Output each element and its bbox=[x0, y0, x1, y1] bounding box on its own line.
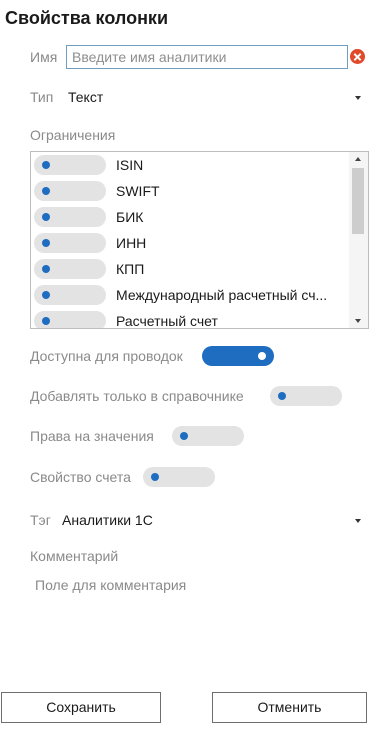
name-input[interactable] bbox=[66, 45, 348, 69]
list-item-label: КПП bbox=[116, 261, 145, 277]
list-item: КПП bbox=[33, 257, 347, 283]
directory-only-label: Добавлять только в справочнике bbox=[30, 388, 244, 404]
constraint-toggle[interactable] bbox=[34, 311, 106, 328]
toggle-knob bbox=[42, 265, 50, 273]
toggle-knob bbox=[151, 473, 159, 481]
tag-select[interactable]: Аналитики 1С bbox=[62, 510, 368, 532]
cancel-button[interactable]: Отменить bbox=[212, 692, 367, 723]
toggle-knob bbox=[42, 161, 50, 169]
list-item-label: Расчетный счет bbox=[116, 313, 218, 329]
list-item: Международный расчетный сч... bbox=[33, 283, 347, 309]
list-item: ИНН bbox=[33, 231, 347, 257]
directory-only-row: Добавлять только в справочнике bbox=[30, 386, 345, 408]
constraints-list[interactable]: ISIN SWIFT БИК ИНН КПП Международный рас… bbox=[30, 151, 369, 329]
name-label: Имя bbox=[30, 49, 58, 65]
account-property-label: Свойство счета bbox=[30, 469, 131, 485]
comment-field[interactable]: Поле для комментария bbox=[35, 577, 186, 593]
value-rights-row: Права на значения bbox=[30, 426, 250, 448]
scroll-thumb[interactable] bbox=[352, 168, 364, 234]
scroll-down-icon[interactable] bbox=[355, 319, 361, 323]
toggle-knob bbox=[258, 352, 266, 360]
toggle-knob bbox=[180, 432, 188, 440]
list-item-label: БИК bbox=[116, 209, 144, 225]
toggle-knob bbox=[42, 239, 50, 247]
chevron-down-icon bbox=[355, 519, 361, 523]
toggle-knob bbox=[42, 317, 50, 325]
constraint-toggle[interactable] bbox=[34, 233, 106, 253]
constraint-toggle[interactable] bbox=[34, 285, 106, 305]
account-property-row: Свойство счета bbox=[30, 467, 220, 489]
postings-label: Доступна для проводок bbox=[30, 348, 183, 364]
value-rights-toggle[interactable] bbox=[172, 426, 244, 446]
toggle-knob bbox=[42, 291, 50, 299]
comment-label: Комментарий bbox=[30, 548, 119, 564]
constraint-toggle[interactable] bbox=[34, 181, 106, 201]
list-item: ISIN bbox=[33, 153, 347, 179]
type-label: Тип bbox=[30, 89, 54, 105]
constraint-toggle[interactable] bbox=[34, 155, 106, 175]
toggle-knob bbox=[42, 213, 50, 221]
scroll-up-icon[interactable] bbox=[355, 157, 361, 161]
type-select[interactable]: Текст bbox=[68, 87, 368, 109]
scrollbar[interactable] bbox=[349, 152, 368, 328]
list-item-label: Международный расчетный сч... bbox=[116, 287, 328, 303]
postings-toggle[interactable] bbox=[202, 346, 274, 366]
save-button[interactable]: Сохранить bbox=[1, 692, 161, 723]
list-item-label: ISIN bbox=[116, 157, 144, 173]
account-property-toggle[interactable] bbox=[143, 467, 215, 487]
toggle-knob bbox=[278, 392, 286, 400]
tag-label: Тэг bbox=[30, 512, 51, 528]
toggle-knob bbox=[42, 187, 50, 195]
page-title: Свойства колонки bbox=[5, 8, 169, 28]
list-item: SWIFT bbox=[33, 179, 347, 205]
postings-row: Доступна для проводок bbox=[30, 346, 280, 368]
list-item-label: ИНН bbox=[116, 235, 147, 251]
constraints-label: Ограничения bbox=[30, 127, 116, 143]
list-item-label: SWIFT bbox=[116, 183, 160, 199]
clear-icon[interactable] bbox=[350, 49, 365, 64]
tag-select-value: Аналитики 1С bbox=[62, 512, 153, 528]
chevron-down-icon bbox=[355, 96, 361, 100]
list-item: БИК bbox=[33, 205, 347, 231]
list-item: Расчетный счет bbox=[33, 309, 347, 329]
value-rights-label: Права на значения bbox=[30, 428, 154, 444]
constraint-toggle[interactable] bbox=[34, 259, 106, 279]
directory-only-toggle[interactable] bbox=[270, 386, 342, 406]
type-select-value: Текст bbox=[68, 89, 104, 105]
constraint-toggle[interactable] bbox=[34, 207, 106, 227]
